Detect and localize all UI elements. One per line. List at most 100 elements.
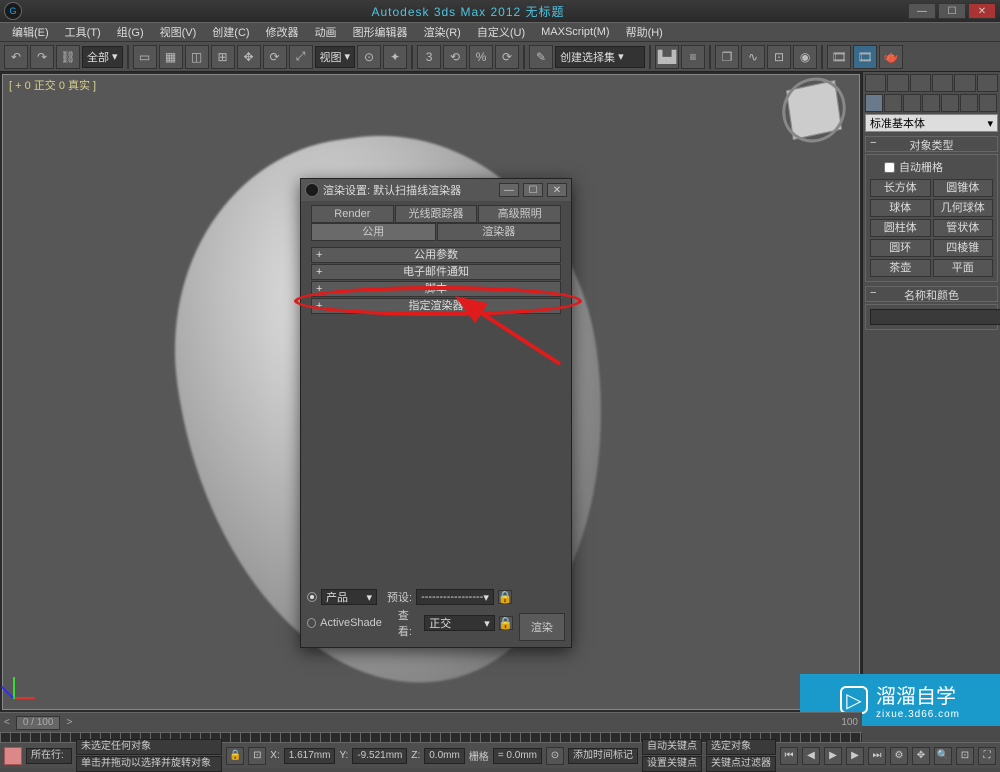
time-next-button[interactable]: > xyxy=(66,717,72,728)
manipulate-button[interactable]: ✦ xyxy=(383,45,407,69)
add-time-tag[interactable]: 添加时间标记 xyxy=(568,748,638,764)
prim-cone[interactable]: 圆锥体 xyxy=(933,179,994,197)
zoom-extents-button[interactable]: ⊡ xyxy=(956,747,974,765)
category-shapes[interactable] xyxy=(884,94,902,112)
prim-box[interactable]: 长方体 xyxy=(870,179,931,197)
tab-hierarchy[interactable] xyxy=(910,74,931,92)
select-name-button[interactable]: ▦ xyxy=(159,45,183,69)
time-tag-button[interactable]: ⊙ xyxy=(546,747,564,765)
tab-render-elements[interactable]: Render Elements xyxy=(311,205,394,223)
percent-snap-button[interactable]: % xyxy=(469,45,493,69)
prim-plane[interactable]: 平面 xyxy=(933,259,994,277)
undo-button[interactable]: ↶ xyxy=(4,45,28,69)
tab-display[interactable] xyxy=(954,74,975,92)
dialog-close-button[interactable]: ✕ xyxy=(547,183,567,197)
prim-pyramid[interactable]: 四棱锥 xyxy=(933,239,994,257)
tab-advanced-lighting[interactable]: 高级照明 xyxy=(478,205,561,223)
refcoord-dropdown[interactable]: 视图 ▾ xyxy=(315,46,356,68)
curve-editor-button[interactable]: ∿ xyxy=(741,45,765,69)
menu-rendering[interactable]: 渲染(R) xyxy=(416,24,469,40)
menu-create[interactable]: 创建(C) xyxy=(204,24,257,40)
time-prev-button[interactable]: < xyxy=(4,717,10,728)
prim-teapot[interactable]: 茶壶 xyxy=(870,259,931,277)
rollout-name-color[interactable]: 名称和颜色 xyxy=(865,286,998,302)
radio-production[interactable] xyxy=(307,592,317,602)
coord-y[interactable]: -9.521mm xyxy=(352,748,407,764)
scale-button[interactable]: ⤢ xyxy=(289,45,313,69)
angle-snap-button[interactable]: ⟲ xyxy=(443,45,467,69)
menu-maxscript[interactable]: MAXScript(M) xyxy=(533,26,617,38)
prim-tube[interactable]: 管状体 xyxy=(933,219,994,237)
time-config-button[interactable]: ⚙ xyxy=(890,747,908,765)
rollout-assign-renderer[interactable]: 指定渲染器 xyxy=(311,298,561,314)
spinner-snap-button[interactable]: ⟳ xyxy=(495,45,519,69)
move-button[interactable]: ✥ xyxy=(237,45,261,69)
time-slider[interactable]: < 0 / 100 > 100 xyxy=(0,712,862,732)
redo-button[interactable]: ↷ xyxy=(30,45,54,69)
editnamed-button[interactable]: ✎ xyxy=(529,45,553,69)
menu-customize[interactable]: 自定义(U) xyxy=(469,24,533,40)
tab-utilities[interactable] xyxy=(977,74,998,92)
production-dropdown[interactable]: 产品 ▾ xyxy=(321,589,377,605)
tab-common[interactable]: 公用 xyxy=(311,223,436,241)
next-frame-button[interactable]: ▶ xyxy=(846,747,864,765)
close-button[interactable]: ✕ xyxy=(968,3,996,19)
time-handle[interactable]: 0 / 100 xyxy=(16,716,61,730)
script-listener-button[interactable] xyxy=(4,747,22,765)
autokey-button[interactable]: 自动关键点 xyxy=(642,739,702,755)
setkey-button[interactable]: 设置关键点 xyxy=(642,756,702,772)
lock-selection-button[interactable]: 🔒 xyxy=(226,747,244,765)
menu-edit[interactable]: 编辑(E) xyxy=(4,24,57,40)
dialog-maximize-button[interactable]: ☐ xyxy=(523,183,543,197)
named-selection-dropdown[interactable]: 创建选择集 ▾ xyxy=(555,46,645,68)
coord-x[interactable]: 1.617mm xyxy=(284,748,336,764)
rollout-common-params[interactable]: 公用参数 xyxy=(311,247,561,263)
select-region-button[interactable]: ◫ xyxy=(185,45,209,69)
primitive-type-dropdown[interactable]: 标准基本体▾ xyxy=(865,114,998,132)
view-lock-icon[interactable]: 🔒 xyxy=(499,616,513,630)
preset-dropdown[interactable]: ----------------- ▾ xyxy=(416,589,494,605)
category-geometry[interactable] xyxy=(865,94,883,112)
menu-animation[interactable]: 动画 xyxy=(307,24,345,40)
menu-tools[interactable]: 工具(T) xyxy=(57,24,109,40)
pan-button[interactable]: ✥ xyxy=(912,747,930,765)
menu-modifiers[interactable]: 修改器 xyxy=(258,24,307,40)
prim-geosphere[interactable]: 几何球体 xyxy=(933,199,994,217)
radio-activeshade[interactable] xyxy=(307,618,316,628)
schematic-button[interactable]: ⊡ xyxy=(767,45,791,69)
link-button[interactable]: ⛓ xyxy=(56,45,80,69)
minimize-button[interactable]: — xyxy=(908,3,936,19)
object-name-input[interactable] xyxy=(870,309,1000,325)
tab-modify[interactable] xyxy=(887,74,908,92)
tab-create[interactable] xyxy=(865,74,886,92)
rollout-object-type[interactable]: 对象类型 xyxy=(865,136,998,152)
prim-cylinder[interactable]: 圆柱体 xyxy=(870,219,931,237)
view-dropdown[interactable]: 正交 ▾ xyxy=(424,615,495,631)
preset-lock-icon[interactable]: 🔒 xyxy=(498,590,512,604)
layers-button[interactable]: ❐ xyxy=(715,45,739,69)
play-button[interactable]: ▶ xyxy=(824,747,842,765)
prim-sphere[interactable]: 球体 xyxy=(870,199,931,217)
tab-renderer[interactable]: 渲染器 xyxy=(437,223,562,241)
window-crossing-button[interactable]: ⊞ xyxy=(211,45,235,69)
viewport-label[interactable]: [ + 0 正交 0 真实 ] xyxy=(9,77,96,93)
render-setup-button[interactable]: 🎞 xyxy=(827,45,851,69)
tab-motion[interactable] xyxy=(932,74,953,92)
prim-torus[interactable]: 圆环 xyxy=(870,239,931,257)
menu-help[interactable]: 帮助(H) xyxy=(618,24,671,40)
pivot-button[interactable]: ⊙ xyxy=(357,45,381,69)
autogrid-checkbox[interactable]: 自动栅格 xyxy=(870,159,993,175)
goto-start-button[interactable]: ⏮ xyxy=(780,747,798,765)
keyfilter-button[interactable]: 关键点过滤器 xyxy=(706,756,776,772)
coord-z[interactable]: 0.0mm xyxy=(424,748,465,764)
select-button[interactable]: ▭ xyxy=(133,45,157,69)
render-button[interactable]: 🫖 xyxy=(879,45,903,69)
prev-frame-button[interactable]: ◀ xyxy=(802,747,820,765)
category-systems[interactable] xyxy=(979,94,997,112)
rendered-frame-button[interactable]: 🎞 xyxy=(853,45,877,69)
dialog-minimize-button[interactable]: — xyxy=(499,183,519,197)
menu-group[interactable]: 组(G) xyxy=(109,24,152,40)
tab-raytracer[interactable]: 光线跟踪器 xyxy=(395,205,478,223)
align-button[interactable]: ≡ xyxy=(681,45,705,69)
iso-button[interactable]: ⊡ xyxy=(248,747,266,765)
